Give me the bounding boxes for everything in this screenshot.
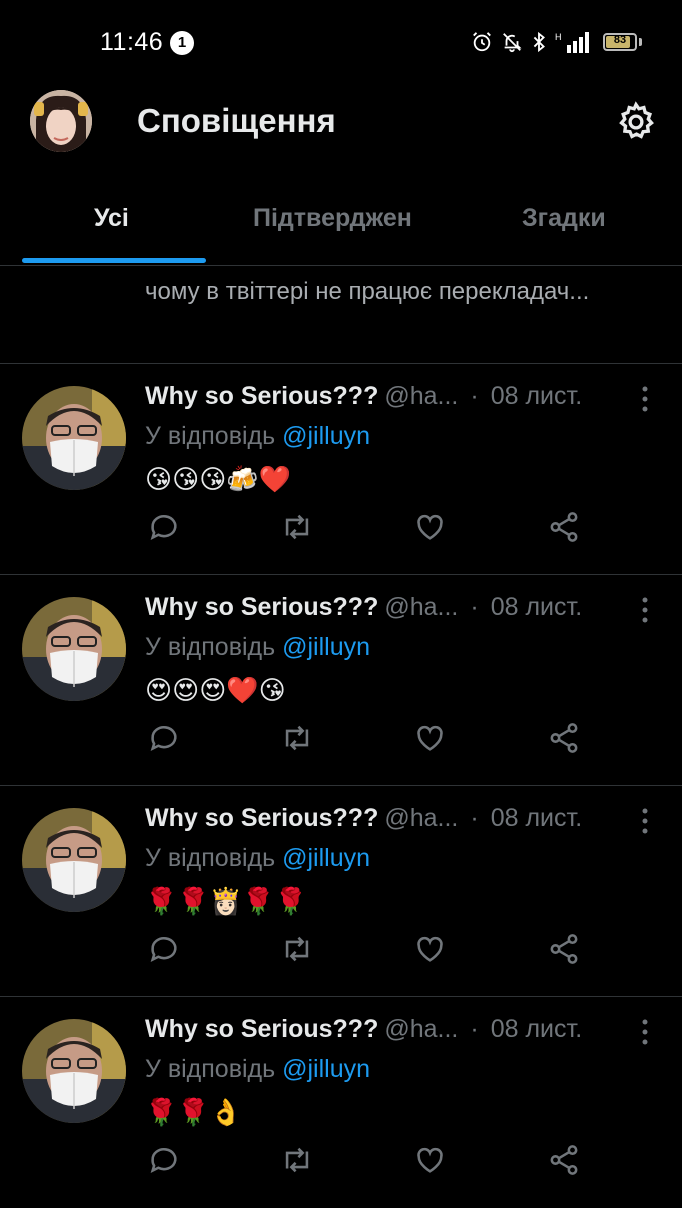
action-bar xyxy=(0,932,682,968)
user-avatar[interactable] xyxy=(22,386,126,490)
notification-item[interactable]: Why so Serious??? @ha... · 08 лист. У відпо… xyxy=(0,575,682,786)
tab-verified[interactable]: Підтверджен xyxy=(253,204,412,233)
notification-item[interactable]: Why so Serious??? @ha... · 08 лист. У відпо… xyxy=(0,997,682,1208)
profile-avatar[interactable] xyxy=(30,90,92,152)
action-bar xyxy=(0,1143,682,1179)
post-text: 😍😍😍❤️😘 xyxy=(145,676,286,706)
notification-item[interactable]: Why so Serious??? @ha... · 08 лист. У відпо… xyxy=(0,786,682,997)
separator-dot: · xyxy=(470,804,479,832)
user-avatar[interactable] xyxy=(22,597,126,701)
reply-prefix: У відповідь xyxy=(145,422,276,450)
more-options-icon[interactable] xyxy=(640,384,650,414)
separator-dot: · xyxy=(470,1015,479,1043)
share-icon[interactable] xyxy=(547,932,581,966)
reply-prefix: У відповідь xyxy=(145,1055,276,1083)
separator-dot: · xyxy=(470,593,479,621)
battery-tip xyxy=(639,38,642,46)
mention-link[interactable]: @jilluyn xyxy=(282,844,370,872)
partial-post[interactable]: чому в твіттері не працює перекладач... xyxy=(0,266,682,364)
more-options-icon[interactable] xyxy=(640,1017,650,1047)
status-bar: 11:46 1 H 83 xyxy=(0,0,682,84)
post-date: 08 лист. xyxy=(490,804,583,832)
header: Сповіщення xyxy=(0,84,682,160)
svg-text:H: H xyxy=(555,32,562,42)
user-name[interactable]: Why so Serious??? xyxy=(145,593,378,621)
active-tab-indicator xyxy=(22,258,206,263)
post-text: 😘😘😘🍻❤️ xyxy=(145,465,292,495)
post-text: 🌹🌹👌 xyxy=(145,1098,243,1128)
notification-item[interactable]: Why so Serious??? @ha... · 08 лист. У відпо… xyxy=(0,364,682,575)
bluetooth-icon xyxy=(533,31,545,53)
reply-icon[interactable] xyxy=(147,932,181,966)
post-text: чому в твіттері не працює перекладач... xyxy=(145,278,590,305)
user-handle: @ha... xyxy=(384,1015,459,1043)
like-icon[interactable] xyxy=(413,932,447,966)
status-time: 11:46 xyxy=(100,28,164,56)
notification-tabs: Усі Підтверджен Згадки xyxy=(0,180,682,266)
reply-icon[interactable] xyxy=(147,1143,181,1177)
user-name[interactable]: Why so Serious??? xyxy=(145,804,378,832)
signal-icon: H xyxy=(555,32,589,53)
mention-link[interactable]: @jilluyn xyxy=(282,633,370,661)
reply-context: У відповідь @jilluyn xyxy=(145,844,370,873)
page-title: Сповіщення xyxy=(137,102,336,139)
like-icon[interactable] xyxy=(413,510,447,544)
share-icon[interactable] xyxy=(547,510,581,544)
share-icon[interactable] xyxy=(547,721,581,755)
user-avatar[interactable] xyxy=(22,1019,126,1123)
user-name[interactable]: Why so Serious??? xyxy=(145,1015,378,1043)
like-icon[interactable] xyxy=(413,1143,447,1177)
reply-context: У відповідь @jilluyn xyxy=(145,1055,370,1084)
more-options-icon[interactable] xyxy=(640,595,650,625)
reply-context: У відповідь @jilluyn xyxy=(145,422,370,451)
battery-icon: 83 xyxy=(603,33,637,51)
share-icon[interactable] xyxy=(547,1143,581,1177)
user-handle: @ha... xyxy=(384,593,459,621)
status-icons: H 83 xyxy=(471,29,642,55)
user-avatar[interactable] xyxy=(22,808,126,912)
action-bar xyxy=(0,510,682,546)
reply-context: У відповідь @jilluyn xyxy=(145,633,370,662)
reply-icon[interactable] xyxy=(147,721,181,755)
post-text: 🌹🌹👸🏻🌹🌹 xyxy=(145,887,307,917)
post-date: 08 лист. xyxy=(490,382,583,410)
settings-gear-icon[interactable] xyxy=(614,100,658,144)
notification-count-badge: 1 xyxy=(170,31,194,55)
retweet-icon[interactable] xyxy=(280,510,314,544)
post-date: 08 лист. xyxy=(490,1015,583,1043)
notification-header: Why so Serious??? @ha... · 08 лист. xyxy=(145,804,582,833)
user-handle: @ha... xyxy=(384,382,459,410)
retweet-icon[interactable] xyxy=(280,721,314,755)
tab-all[interactable]: Усі xyxy=(94,204,129,233)
alarm-icon xyxy=(473,32,491,52)
user-name[interactable]: Why so Serious??? xyxy=(145,382,378,410)
reply-prefix: У відповідь xyxy=(145,844,276,872)
retweet-icon[interactable] xyxy=(280,1143,314,1177)
notification-header: Why so Serious??? @ha... · 08 лист. xyxy=(145,1015,582,1044)
like-icon[interactable] xyxy=(413,721,447,755)
mention-link[interactable]: @jilluyn xyxy=(282,1055,370,1083)
retweet-icon[interactable] xyxy=(280,932,314,966)
reply-prefix: У відповідь xyxy=(145,633,276,661)
separator-dot: · xyxy=(470,382,479,410)
user-handle: @ha... xyxy=(384,804,459,832)
notification-header: Why so Serious??? @ha... · 08 лист. xyxy=(145,593,582,622)
more-options-icon[interactable] xyxy=(640,806,650,836)
reply-icon[interactable] xyxy=(147,510,181,544)
action-bar xyxy=(0,721,682,757)
mute-icon xyxy=(503,33,522,53)
battery-level: 83 xyxy=(613,34,627,46)
post-date: 08 лист. xyxy=(490,593,583,621)
notification-header: Why so Serious??? @ha... · 08 лист. xyxy=(145,382,582,411)
tab-mentions[interactable]: Згадки xyxy=(522,204,606,233)
mention-link[interactable]: @jilluyn xyxy=(282,422,370,450)
